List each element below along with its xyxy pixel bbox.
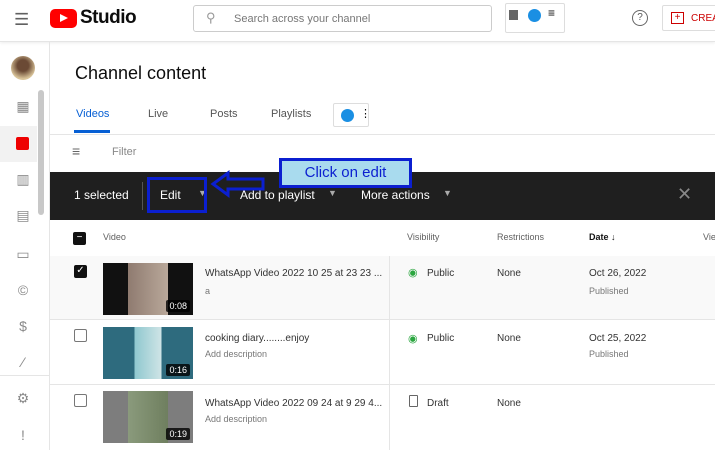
tab-live[interactable]: Live: [148, 108, 168, 120]
close-icon[interactable]: ✕: [677, 184, 692, 205]
extension-play-icon: [341, 109, 354, 122]
sidebar-scrollbar[interactable]: [38, 90, 44, 215]
create-button[interactable]: + CREA: [662, 5, 715, 31]
filter-input[interactable]: Filter: [112, 146, 136, 158]
draft-icon: [409, 395, 418, 407]
video-description[interactable]: Add description: [205, 349, 267, 359]
date-value: Oct 25, 2022: [589, 333, 647, 344]
date-status: Published: [589, 286, 629, 296]
analytics-icon[interactable]: ▥: [12, 171, 34, 189]
video-description[interactable]: Add description: [205, 414, 267, 424]
duration-badge: 0:16: [166, 364, 190, 376]
search-placeholder: Search across your channel: [234, 13, 371, 25]
video-thumbnail[interactable]: 0:19: [103, 391, 193, 443]
duration-badge: 0:19: [166, 428, 190, 440]
sidebar-divider: [0, 375, 49, 376]
tab-playlists[interactable]: Playlists: [271, 108, 311, 120]
restrictions-value: None: [497, 333, 521, 344]
annotation-callout: Click on edit: [279, 158, 412, 188]
video-thumbnail[interactable]: 0:08: [103, 263, 193, 315]
video-title[interactable]: WhatsApp Video 2022 09 24 at 9 29 4...: [205, 398, 382, 409]
row-checkbox[interactable]: [74, 394, 87, 407]
customization-icon[interactable]: ⁄: [12, 354, 34, 372]
help-icon[interactable]: ?: [632, 10, 648, 26]
bar-divider: [142, 182, 143, 210]
feedback-icon[interactable]: !: [12, 427, 34, 445]
header-views[interactable]: Vie: [703, 232, 715, 242]
visibility-value[interactable]: Draft: [427, 398, 449, 409]
filter-icon[interactable]: ≡: [72, 143, 80, 159]
restrictions-value: None: [497, 398, 521, 409]
eye-icon: ◉: [408, 333, 418, 345]
menu-lines-icon: ≡: [548, 6, 556, 20]
selected-count: 1 selected: [74, 188, 129, 202]
studio-logo: Studio: [80, 7, 137, 28]
tabs-divider: [50, 134, 715, 135]
search-input[interactable]: ⚲ Search across your channel: [193, 5, 492, 32]
row-checkbox[interactable]: ✓: [74, 265, 87, 278]
date-status: Published: [589, 349, 629, 359]
comments-icon[interactable]: ▤: [12, 207, 34, 225]
tab-indicator: [74, 130, 110, 133]
video-title[interactable]: cooking diary........enjoy: [205, 333, 309, 344]
subtitles-icon[interactable]: ▭: [12, 246, 34, 264]
create-video-icon: +: [671, 12, 684, 24]
header-video: Video: [103, 232, 126, 242]
select-all-checkbox[interactable]: −: [73, 232, 86, 245]
extension-tab-button[interactable]: ⋮: [333, 103, 371, 127]
playlist-dropdown-icon[interactable]: ▼: [328, 188, 337, 198]
analytics-icon: [509, 10, 518, 20]
settings-icon[interactable]: ⚙: [12, 390, 34, 408]
video-thumbnail[interactable]: 0:16: [103, 327, 193, 379]
video-description[interactable]: a: [205, 286, 210, 296]
visibility-value[interactable]: Public: [427, 333, 454, 344]
header-visibility[interactable]: Visibility: [407, 232, 439, 242]
copyright-icon[interactable]: ©: [12, 282, 34, 300]
sidebar: ▦ ▥ ▤ ▭ © $ ⁄ ⚙ !: [0, 42, 50, 450]
monetization-icon[interactable]: $: [12, 318, 34, 336]
page-title: Channel content: [75, 63, 207, 83]
header-restrictions[interactable]: Restrictions: [497, 232, 544, 242]
eye-icon: ◉: [408, 267, 418, 279]
avatar[interactable]: [11, 56, 35, 80]
edit-highlight-box: [147, 177, 207, 213]
tab-posts[interactable]: Posts: [210, 108, 238, 120]
content-icon: [16, 137, 29, 150]
duration-badge: 0:08: [166, 300, 190, 312]
restrictions-value: None: [497, 268, 521, 279]
dashboard-icon[interactable]: ▦: [12, 98, 34, 116]
extension-play-icon: [528, 9, 541, 22]
create-label: CREA: [691, 13, 715, 24]
header-date[interactable]: Date ↓: [589, 232, 616, 242]
visibility-value[interactable]: Public: [427, 268, 454, 279]
youtube-logo-icon: [50, 9, 77, 28]
more-vert-icon: ⋮: [360, 108, 371, 120]
more-actions-dropdown-icon[interactable]: ▼: [443, 188, 452, 198]
tab-videos[interactable]: Videos: [76, 108, 109, 120]
top-bar: ☰ Studio ⚲ Search across your channel ≡ …: [0, 0, 715, 42]
more-actions-button[interactable]: More actions: [361, 188, 430, 202]
column-divider: [389, 256, 390, 450]
extension-widget[interactable]: ≡: [505, 3, 565, 33]
video-title[interactable]: WhatsApp Video 2022 10 25 at 23 23 ...: [205, 268, 382, 279]
sidebar-item-content[interactable]: [0, 126, 37, 162]
row-checkbox[interactable]: [74, 329, 87, 342]
menu-icon[interactable]: ☰: [14, 10, 29, 30]
search-icon: ⚲: [206, 10, 216, 25]
annotation-arrow-icon: [210, 170, 265, 198]
date-value: Oct 26, 2022: [589, 268, 647, 279]
